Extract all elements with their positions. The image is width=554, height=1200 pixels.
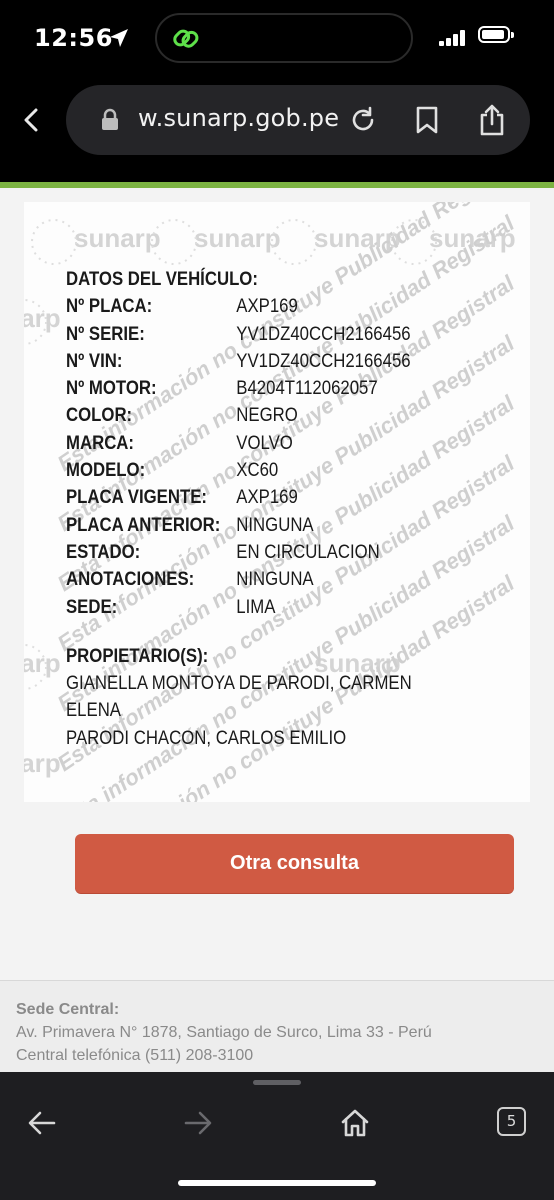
field-label: SEDE: [66, 595, 118, 618]
watermark-brand: sunarp [194, 223, 281, 253]
link-icon [173, 29, 199, 48]
field-label: ANOTACIONES: [66, 568, 195, 591]
field-label: PLACA ANTERIOR: [66, 513, 221, 536]
watermark-brand: sunarp [24, 303, 61, 333]
toolbar-drag-handle[interactable] [253, 1080, 301, 1085]
field-value: NEGRO [236, 404, 298, 427]
status-bar: 12:56 [0, 0, 554, 78]
field-label: Nº SERIE: [66, 322, 145, 345]
field-value: AXP169 [236, 295, 298, 318]
field-label: ESTADO: [66, 540, 141, 563]
field-marca: MARCA: VOLVO [66, 430, 444, 457]
field-value: LIMA [236, 595, 276, 618]
browser-back-chevron-icon[interactable] [16, 104, 48, 136]
field-label: Nº PLACA: [66, 295, 153, 318]
field-label: MARCA: [66, 431, 135, 454]
page-content: sunarp sunarp sunarp sunarp sunarp sunar… [0, 188, 554, 980]
watermark-brand: sunarp [74, 223, 161, 253]
field-placa: Nº PLACA: AXP169 [66, 293, 444, 320]
watermark-brand: sunarp [24, 748, 61, 778]
otra-consulta-button[interactable]: Otra consulta [75, 834, 514, 893]
clock-time: 12:56 [34, 24, 113, 52]
footer-address: Av. Primavera N° 1878, Santiago de Surco… [16, 1024, 432, 1041]
footer-phone: Central telefónica (511) 208-3100 [16, 1047, 254, 1064]
field-sede: SEDE: LIMA [66, 594, 444, 621]
vehicle-data-heading: DATOS DEL VEHÍCULO: [66, 268, 258, 290]
field-value: YV1DZ40CCH2166456 [236, 349, 411, 372]
field-value: NINGUNA [236, 513, 314, 536]
watermark-brand: sunarp [24, 648, 61, 678]
field-value: AXP169 [236, 486, 298, 509]
field-value: YV1DZ40CCH2166456 [236, 322, 411, 345]
field-value: B4204T112062057 [236, 377, 378, 400]
field-value: NINGUNA [236, 568, 314, 591]
field-label: Nº MOTOR: [66, 377, 157, 400]
field-anotaciones: ANOTACIONES: NINGUNA [66, 566, 444, 593]
url-field[interactable]: w.sunarp.gob.pe [66, 85, 530, 155]
field-value: EN CIRCULACION [236, 540, 380, 563]
cellular-signal-icon [439, 30, 469, 46]
field-placa-anterior: PLACA ANTERIOR: NINGUNA [66, 512, 444, 539]
location-arrow-icon [110, 29, 128, 47]
owner-name: GIANELLA MONTOYA DE PARODI, CARMEN ELENA [66, 672, 412, 722]
field-label: Nº VIN: [66, 349, 123, 372]
owner-name: PARODI CHACON, CARLOS EMILIO [66, 726, 347, 749]
field-value: VOLVO [236, 431, 293, 454]
field-label: COLOR: [66, 404, 133, 427]
field-placa-vigente: PLACA VIGENTE: AXP169 [66, 484, 444, 511]
footer-title: Sede Central: [16, 1001, 120, 1018]
tab-switcher-button[interactable]: 5 [497, 1107, 526, 1136]
field-label: MODELO: [66, 459, 146, 482]
browser-address-bar: w.sunarp.gob.pe [0, 78, 554, 182]
field-modelo: MODELO: XC60 [66, 457, 444, 484]
lock-icon [102, 108, 118, 130]
reload-icon[interactable] [348, 105, 378, 135]
field-vin: Nº VIN: YV1DZ40CCH2166456 [66, 348, 444, 375]
field-value: XC60 [236, 459, 279, 482]
back-arrow-icon[interactable] [28, 1110, 56, 1136]
dynamic-island [155, 13, 413, 63]
share-icon[interactable] [478, 103, 506, 137]
battery-icon [478, 26, 514, 43]
vehicle-data-block: DATOS DEL VEHÍCULO: Nº PLACA: AXP169 Nº S… [66, 266, 444, 752]
field-serie: Nº SERIE: YV1DZ40CCH2166456 [66, 321, 444, 348]
owners-heading: PROPIETARIO(S): [66, 644, 209, 667]
field-color: COLOR: NEGRO [66, 402, 444, 429]
vehicle-record-image: sunarp sunarp sunarp sunarp sunarp sunar… [24, 202, 530, 802]
field-label: PLACA VIGENTE: [66, 486, 207, 509]
home-icon[interactable] [340, 1108, 370, 1138]
site-footer: Sede Central: Av. Primavera N° 1878, San… [0, 980, 554, 1072]
browser-toolbar: 5 [0, 1072, 554, 1200]
field-estado: ESTADO: EN CIRCULACION [66, 539, 444, 566]
home-indicator [178, 1180, 376, 1186]
url-text: w.sunarp.gob.pe [138, 104, 340, 132]
field-motor: Nº MOTOR: B4204T112062057 [66, 375, 444, 402]
bookmark-icon[interactable] [414, 105, 440, 135]
forward-arrow-icon[interactable] [184, 1110, 212, 1136]
